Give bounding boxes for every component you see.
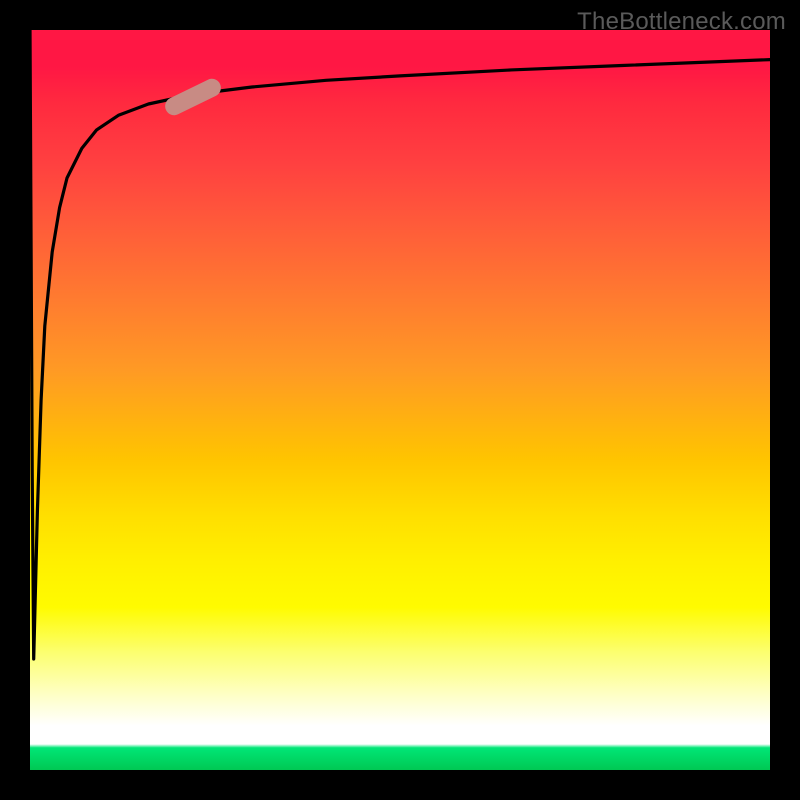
- bottleneck-curve: [30, 30, 770, 659]
- curve-layer: [30, 30, 770, 770]
- watermark-text: TheBottleneck.com: [577, 8, 786, 36]
